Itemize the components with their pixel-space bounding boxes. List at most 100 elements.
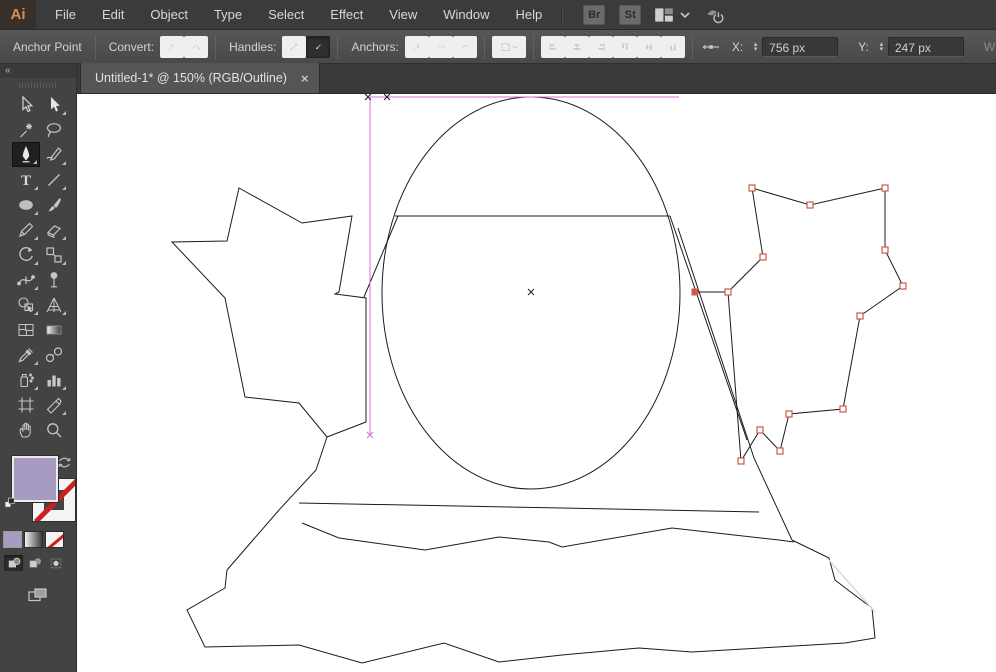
y-input[interactable]: 247 px bbox=[887, 36, 964, 57]
menu-window[interactable]: Window bbox=[430, 0, 502, 29]
draw-normal-button[interactable] bbox=[4, 555, 23, 571]
tool-artboard[interactable] bbox=[12, 392, 40, 417]
remove-anchor-button[interactable] bbox=[404, 35, 429, 58]
convert-label: Convert: bbox=[108, 39, 155, 54]
tool-brush-pen[interactable] bbox=[40, 142, 68, 167]
apply-color-button[interactable] bbox=[3, 531, 22, 548]
align-hcenter-button[interactable] bbox=[564, 35, 589, 58]
tool-selection[interactable] bbox=[12, 92, 40, 117]
screen-mode-button[interactable] bbox=[25, 585, 51, 605]
y-field: Y: ▴ ▾ 247 px bbox=[852, 36, 964, 57]
swap-fill-stroke-icon[interactable] bbox=[56, 454, 73, 474]
cs-live-sync-icon[interactable] bbox=[703, 4, 725, 26]
quick-button-br[interactable]: Br bbox=[583, 4, 606, 25]
handles-label: Handles: bbox=[229, 39, 277, 54]
divider bbox=[215, 34, 217, 59]
tool-slice[interactable] bbox=[40, 392, 68, 417]
tool-symbol-sprayer[interactable] bbox=[12, 367, 40, 392]
main-menu: File Edit Object Type Select Effect View Window… bbox=[42, 0, 555, 29]
anchors-label: Anchors: bbox=[351, 39, 399, 54]
menu-bar: Ai File Edit Object Type Select Effect View Win… bbox=[0, 0, 996, 30]
y-spinner[interactable]: ▴ ▾ bbox=[875, 41, 888, 53]
apply-color-group bbox=[3, 531, 76, 548]
divider bbox=[94, 34, 96, 59]
panel-grip[interactable] bbox=[0, 78, 76, 92]
tool-grid bbox=[12, 92, 76, 442]
tool-blend[interactable] bbox=[40, 342, 68, 367]
w-label: W: bbox=[983, 39, 996, 54]
x-spinner[interactable]: ▴ ▾ bbox=[749, 41, 762, 53]
tool-direct-selection[interactable] bbox=[40, 92, 68, 117]
tool-free-transform[interactable] bbox=[40, 267, 68, 292]
w-field: W: ▴▾ 0 px bbox=[978, 37, 996, 57]
chevron-down-icon bbox=[679, 11, 691, 19]
tool-ellipse[interactable] bbox=[12, 192, 40, 217]
fill-color-swatch[interactable] bbox=[12, 456, 58, 502]
draw-behind-button[interactable] bbox=[25, 555, 44, 571]
default-fill-stroke-icon[interactable] bbox=[3, 496, 17, 513]
convert-to-smooth-button[interactable] bbox=[184, 35, 209, 58]
x-input[interactable]: 756 px bbox=[762, 36, 839, 57]
align-vmiddle-button[interactable] bbox=[636, 35, 661, 58]
draw-inside-button[interactable] bbox=[46, 555, 65, 571]
align-left-button[interactable] bbox=[540, 35, 565, 58]
tool-line[interactable] bbox=[40, 167, 68, 192]
quick-button-st[interactable]: St bbox=[619, 4, 642, 25]
connect-endpoints-button[interactable] bbox=[452, 35, 477, 58]
apply-none-button[interactable] bbox=[46, 532, 63, 547]
tool-width[interactable] bbox=[12, 267, 40, 292]
align-right-button[interactable] bbox=[588, 35, 613, 58]
drawing-modes-group bbox=[4, 555, 76, 571]
tool-pen[interactable] bbox=[12, 142, 40, 167]
menu-help[interactable]: Help bbox=[502, 0, 555, 29]
divider bbox=[532, 34, 534, 59]
menu-edit[interactable]: Edit bbox=[89, 0, 137, 29]
tool-hand[interactable] bbox=[12, 417, 40, 442]
tool-eyedropper[interactable] bbox=[12, 342, 40, 367]
tool-paintbrush[interactable] bbox=[40, 192, 68, 217]
quick-launch-group: Br St bbox=[569, 4, 642, 25]
tool-lasso[interactable] bbox=[40, 117, 68, 142]
chevron-down-icon bbox=[512, 43, 519, 51]
close-icon[interactable]: × bbox=[301, 71, 309, 86]
divider bbox=[483, 34, 485, 59]
artwork bbox=[170, 94, 907, 664]
cut-path-button[interactable] bbox=[428, 35, 453, 58]
tool-pencil[interactable] bbox=[12, 217, 40, 242]
tool-scale[interactable] bbox=[40, 242, 68, 267]
document-tab[interactable]: Untitled-1* @ 150% (RGB/Outline) × bbox=[80, 63, 320, 93]
document-tab-title: Untitled-1* @ 150% (RGB/Outline) bbox=[95, 71, 287, 85]
hide-handles-button[interactable] bbox=[306, 35, 331, 58]
menu-view[interactable]: View bbox=[376, 0, 430, 29]
tool-zoom[interactable] bbox=[40, 417, 68, 442]
control-bar: Anchor Point Convert: Handles: Anchors: … bbox=[0, 30, 996, 64]
align-top-button[interactable] bbox=[612, 35, 637, 58]
tool-column-graph[interactable] bbox=[40, 367, 68, 392]
tool-eraser[interactable] bbox=[40, 217, 68, 242]
menu-effect[interactable]: Effect bbox=[317, 0, 376, 29]
apply-gradient-button[interactable] bbox=[25, 532, 42, 547]
menubar-divider bbox=[561, 5, 564, 24]
menu-select[interactable]: Select bbox=[255, 0, 317, 29]
context-mode-label: Anchor Point bbox=[13, 39, 82, 54]
tool-type[interactable] bbox=[12, 167, 40, 192]
tool-mesh[interactable] bbox=[12, 317, 40, 342]
x-field: X: ▴ ▾ 756 px bbox=[726, 36, 839, 57]
menu-object[interactable]: Object bbox=[137, 0, 201, 29]
menu-file[interactable]: File bbox=[42, 0, 89, 29]
point-indicator-icon bbox=[700, 37, 722, 57]
tool-rotate[interactable] bbox=[12, 242, 40, 267]
isolate-object-button[interactable] bbox=[491, 35, 526, 58]
tool-magic-wand[interactable] bbox=[12, 117, 40, 142]
artboard-canvas[interactable] bbox=[77, 94, 996, 672]
collapse-panel-button[interactable]: « bbox=[0, 64, 76, 78]
menu-type[interactable]: Type bbox=[201, 0, 255, 29]
show-handles-button[interactable] bbox=[282, 35, 307, 58]
tool-shape-builder[interactable] bbox=[12, 292, 40, 317]
y-label: Y: bbox=[858, 39, 869, 54]
align-bottom-button[interactable] bbox=[660, 35, 685, 58]
tool-gradient[interactable] bbox=[40, 317, 68, 342]
tool-perspective-grid[interactable] bbox=[40, 292, 68, 317]
convert-to-corner-button[interactable] bbox=[160, 35, 185, 58]
workspace-switcher-button[interactable] bbox=[653, 4, 691, 26]
